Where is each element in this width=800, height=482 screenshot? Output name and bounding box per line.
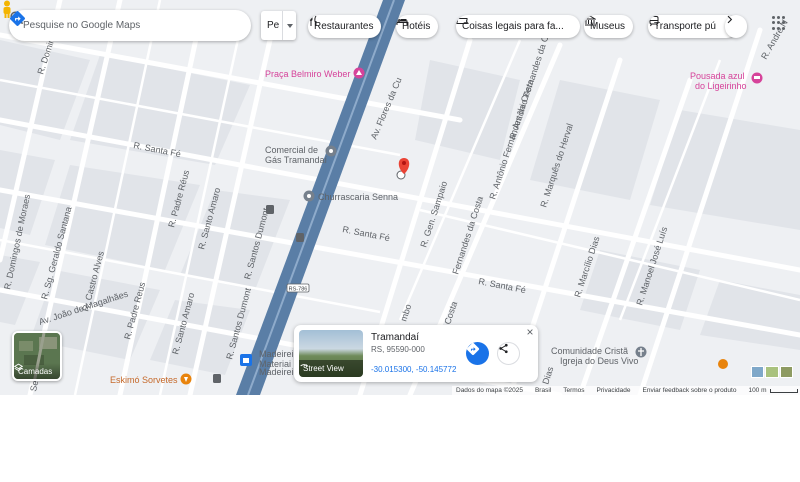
street-label: Dias bbox=[540, 365, 555, 386]
poi-label: Eskimó Sorvetes bbox=[110, 375, 178, 385]
chip-museums[interactable]: Museus bbox=[584, 15, 634, 38]
poi-label: Pousada azul bbox=[690, 71, 745, 81]
map-footer: Dados do mapa ©2025 Brasil Termos Privac… bbox=[452, 386, 800, 395]
chevron-right-icon bbox=[727, 15, 733, 24]
poi-label: Gás Tramandaí bbox=[265, 155, 328, 165]
ticket-icon bbox=[456, 18, 468, 24]
language-dropdown[interactable]: Pe bbox=[261, 11, 296, 40]
layers-label: Camadas bbox=[18, 366, 53, 376]
language-label: Pe bbox=[261, 11, 283, 40]
chip-label: Restaurantes bbox=[314, 21, 374, 32]
food-icon bbox=[718, 359, 728, 369]
street-view-icon bbox=[300, 364, 309, 368]
poi-label: Comercial de bbox=[265, 145, 318, 155]
satellite-thumbnail-small[interactable] bbox=[779, 366, 793, 378]
map-type-thumbnails[interactable] bbox=[751, 366, 793, 378]
chevron-down-icon bbox=[287, 23, 293, 28]
scale-bar bbox=[769, 388, 798, 393]
place-address: RS, 95590-000 bbox=[371, 345, 425, 354]
place-title: Tramandaí bbox=[371, 332, 419, 343]
terrain-thumbnail[interactable] bbox=[751, 366, 765, 378]
poi-orange-small[interactable] bbox=[718, 359, 728, 369]
poi-label: Igreja do Deus Vivo bbox=[560, 356, 638, 366]
search-input[interactable] bbox=[23, 20, 183, 31]
scale-label: 100 m bbox=[748, 387, 767, 394]
location-pin-icon[interactable] bbox=[396, 158, 410, 180]
search-box bbox=[9, 10, 251, 41]
street-view-thumbnail[interactable]: Street View bbox=[299, 330, 363, 377]
poi-label: Praça Belmiro Weber bbox=[265, 69, 350, 79]
close-icon[interactable]: × bbox=[524, 326, 536, 338]
hotel-icon bbox=[396, 18, 408, 25]
poi-label: do Ligeirinho bbox=[695, 81, 747, 91]
share-icon bbox=[499, 343, 508, 354]
poi-pousada[interactable]: Pousada azul do Ligeirinho bbox=[690, 71, 763, 91]
layers-icon bbox=[14, 363, 23, 372]
bus-stop-icon[interactable] bbox=[213, 374, 221, 383]
chip-things-to-do[interactable]: Coisas legais para fa... bbox=[456, 15, 580, 38]
terms-link[interactable]: Termos bbox=[563, 387, 584, 394]
chips-next-button[interactable] bbox=[725, 15, 747, 38]
traffic-thumbnail[interactable] bbox=[765, 366, 779, 378]
bus-stop-icon[interactable] bbox=[296, 233, 304, 242]
pegman-icon[interactable] bbox=[0, 0, 14, 18]
chip-label: Coisas legais para fa... bbox=[462, 21, 564, 32]
poi-churrascaria[interactable]: Churrascaria Senna bbox=[303, 190, 399, 203]
share-button[interactable] bbox=[497, 342, 520, 365]
scale-indicator[interactable]: 100 m bbox=[748, 387, 800, 394]
directions-button[interactable] bbox=[466, 342, 489, 365]
restaurant-icon bbox=[309, 15, 317, 26]
chip-hotels[interactable]: Hotéis bbox=[396, 15, 439, 38]
poi-eskimo[interactable]: Eskimó Sorvetes bbox=[110, 373, 192, 386]
map-data-credit: Dados do mapa ©2025 bbox=[456, 387, 523, 394]
feedback-link[interactable]: Enviar feedback sobre o produto bbox=[643, 387, 737, 394]
layers-button[interactable]: Camadas bbox=[12, 331, 62, 381]
street-view-label: Street View bbox=[303, 364, 344, 373]
privacy-link[interactable]: Privacidade bbox=[597, 387, 631, 394]
poi-comercial-gas[interactable]: Comercial de Gás Tramandaí bbox=[265, 145, 337, 165]
country-link[interactable]: Brasil bbox=[535, 387, 551, 394]
map-canvas[interactable]: RS-786 Av. Flores da Cu R. Domingos R. S… bbox=[0, 0, 800, 395]
apps-grid-icon[interactable] bbox=[772, 16, 786, 30]
chip-label: Transporte pú bbox=[654, 21, 716, 32]
poi-label: Churrascaria Senna bbox=[318, 192, 398, 202]
street-label: mbo bbox=[398, 303, 413, 323]
rs786-shield-label: RS-786 bbox=[289, 287, 308, 293]
directions-icon bbox=[466, 342, 480, 356]
poi-label: Comunidade Cristã bbox=[551, 346, 628, 356]
bus-stop-icon[interactable] bbox=[266, 205, 274, 214]
place-card: Street View Tramandaí RS, 95590-000 -30.… bbox=[294, 325, 538, 382]
poi-praca[interactable]: Praça Belmiro Weber bbox=[265, 67, 365, 80]
street-label: Costa bbox=[442, 300, 459, 325]
chip-restaurants[interactable]: Restaurantes bbox=[308, 15, 382, 38]
poi-label: Madeirei bbox=[259, 349, 294, 359]
place-coordinates[interactable]: -30.015300, -50.145772 bbox=[371, 365, 456, 374]
transit-icon bbox=[649, 16, 659, 27]
museum-icon bbox=[584, 15, 596, 26]
poi-comunidade[interactable]: Comunidade Cristã Igreja do Deus Vivo bbox=[551, 346, 647, 366]
street-label: R. Santa Fé bbox=[342, 224, 391, 243]
